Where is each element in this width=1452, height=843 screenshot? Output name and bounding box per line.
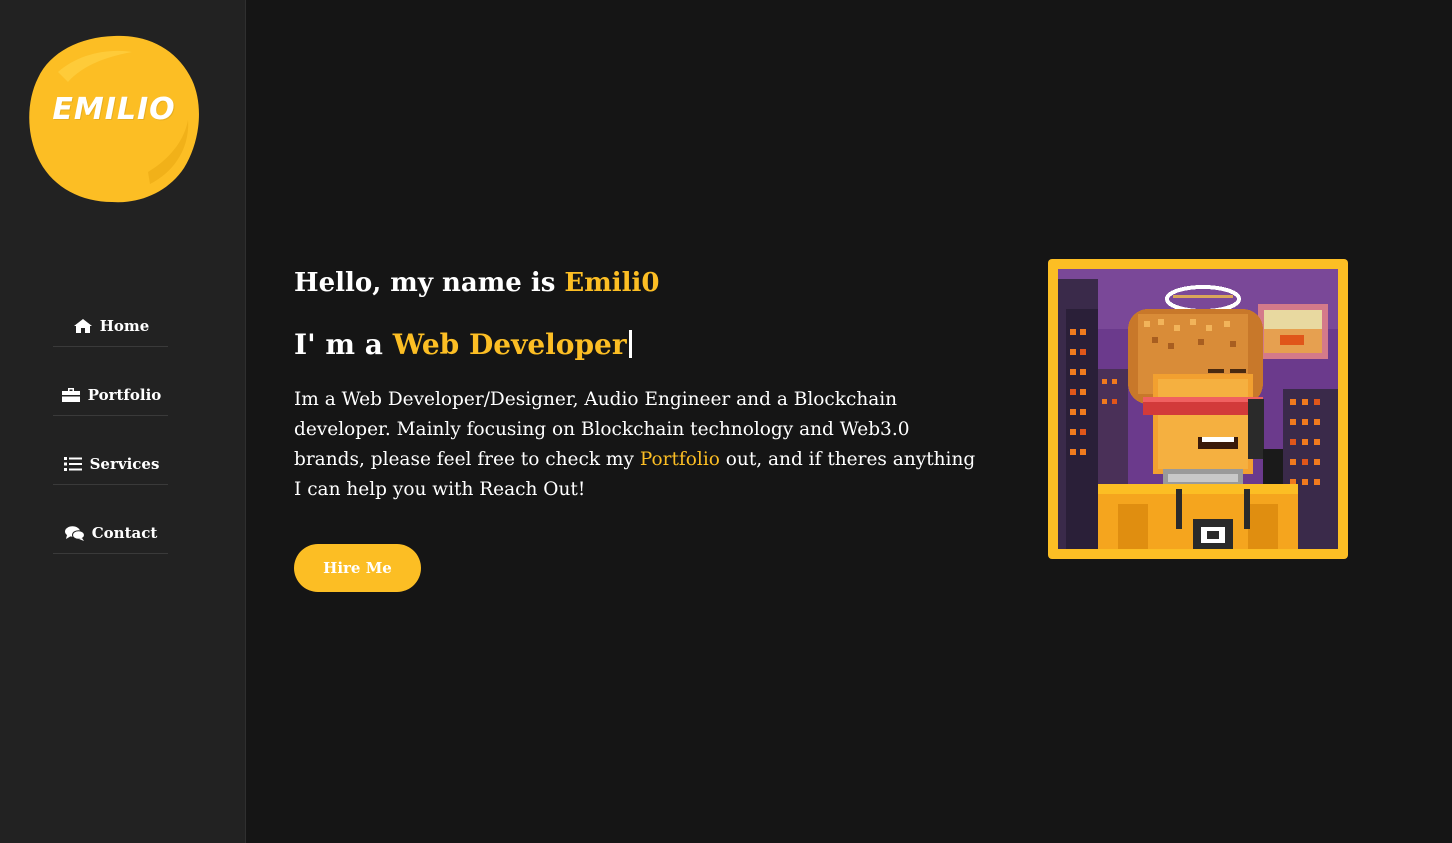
role-heading: I' m a Web Developer [294,328,632,361]
sidebar-nav: Home Portfolio Services Contact [53,306,168,582]
avatar-frame [1048,259,1348,559]
sidebar-item-label: Services [89,455,160,473]
greeting-heading: Hello, my name is Emili0 [294,268,659,298]
typing-cursor [628,330,632,358]
pixel-art-avatar [1058,269,1338,549]
sidebar-item-label: Portfolio [87,386,162,404]
main-content: Hello, my name is Emili0 I' m a Web Deve… [246,0,1452,843]
role-highlight: Web Developer [392,328,627,361]
logo[interactable]: EMILIO [28,32,200,204]
home-icon [72,318,94,334]
logo-text: EMILIO [52,92,176,127]
portfolio-link[interactable]: Portfolio [640,449,720,470]
role-prefix: I' m a [294,328,393,361]
name-highlight: Emili0 [564,268,660,298]
sidebar-item-contact[interactable]: Contact [53,513,168,554]
sidebar-item-home[interactable]: Home [53,306,168,347]
app-root: EMILIO Home Portfolio Services Contact H… [0,0,1452,843]
briefcase-icon [60,387,82,403]
intro-paragraph: Im a Web Developer/Designer, Audio Engin… [294,385,984,505]
sidebar-item-label: Contact [91,524,158,542]
sidebar-item-services[interactable]: Services [53,444,168,485]
sidebar-item-label: Home [99,317,150,335]
sidebar-item-portfolio[interactable]: Portfolio [53,375,168,416]
greeting-prefix: Hello, my name is [294,268,565,298]
comments-icon [64,525,86,541]
hire-me-button[interactable]: Hire Me [294,544,421,592]
list-icon [62,456,84,472]
sidebar: EMILIO Home Portfolio Services Contact [0,0,246,843]
